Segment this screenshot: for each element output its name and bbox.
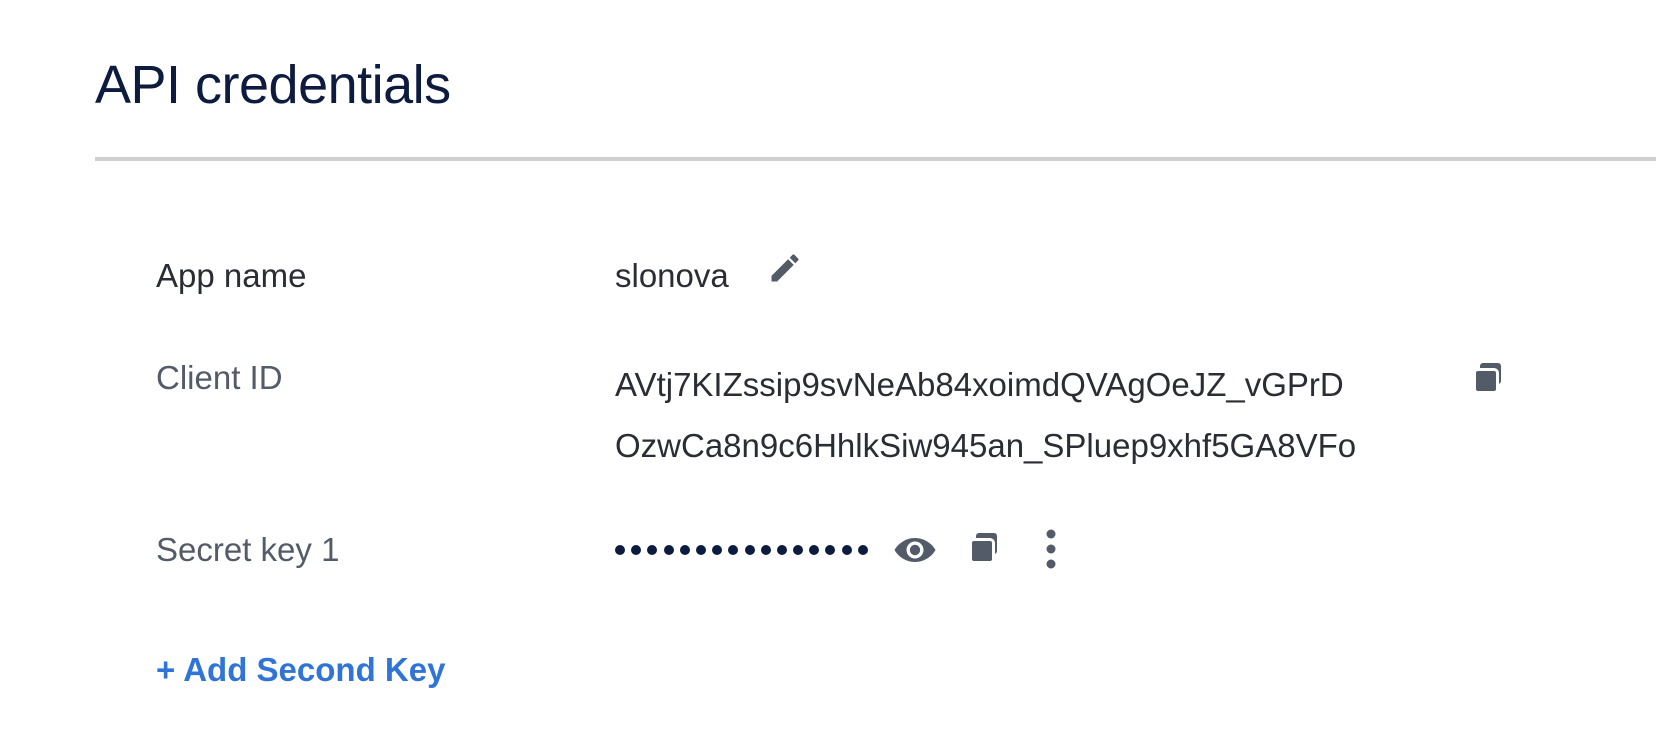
mask-dot (712, 545, 723, 555)
copy-icon[interactable] (1469, 360, 1505, 396)
app-name-label: App name (156, 257, 307, 294)
app-name-value: slonova (615, 257, 729, 294)
page-title: API credentials (95, 55, 451, 115)
api-credentials-page: API credentials App name slonova Client … (0, 0, 1656, 750)
pencil-icon[interactable] (767, 250, 803, 286)
mask-dot (695, 545, 706, 555)
mask-dot (615, 545, 625, 555)
mask-dot (776, 545, 787, 555)
secret-key-masked-value (615, 530, 868, 570)
secret-key-label: Secret key 1 (156, 531, 340, 568)
more-vertical-icon[interactable] (1036, 528, 1066, 570)
mask-dot (841, 545, 852, 555)
mask-dot (825, 545, 836, 555)
mask-dot (793, 545, 804, 555)
mask-dot (857, 545, 868, 555)
client-id-label: Client ID (156, 359, 283, 396)
mask-dot (663, 545, 674, 555)
mask-dot (647, 545, 658, 555)
mask-dot (744, 545, 755, 555)
client-id-value-line2: OzwCa8n9c6HhlkSiw945an_SPluep9xhf5GA8VFo (615, 427, 1357, 464)
title-divider (95, 157, 1656, 161)
add-second-key-button[interactable]: + Add Second Key (156, 648, 445, 692)
mask-dot (809, 545, 820, 555)
mask-dot (760, 545, 771, 555)
mask-dot (679, 545, 690, 555)
eye-icon[interactable] (893, 530, 937, 570)
mask-dot (631, 545, 642, 555)
mask-dot (728, 545, 739, 555)
copy-icon[interactable] (965, 530, 1001, 566)
client-id-value-line1: AVtj7KIZssip9svNeAb84xoimdQVAgOeJZ_vGPrD (615, 366, 1344, 403)
